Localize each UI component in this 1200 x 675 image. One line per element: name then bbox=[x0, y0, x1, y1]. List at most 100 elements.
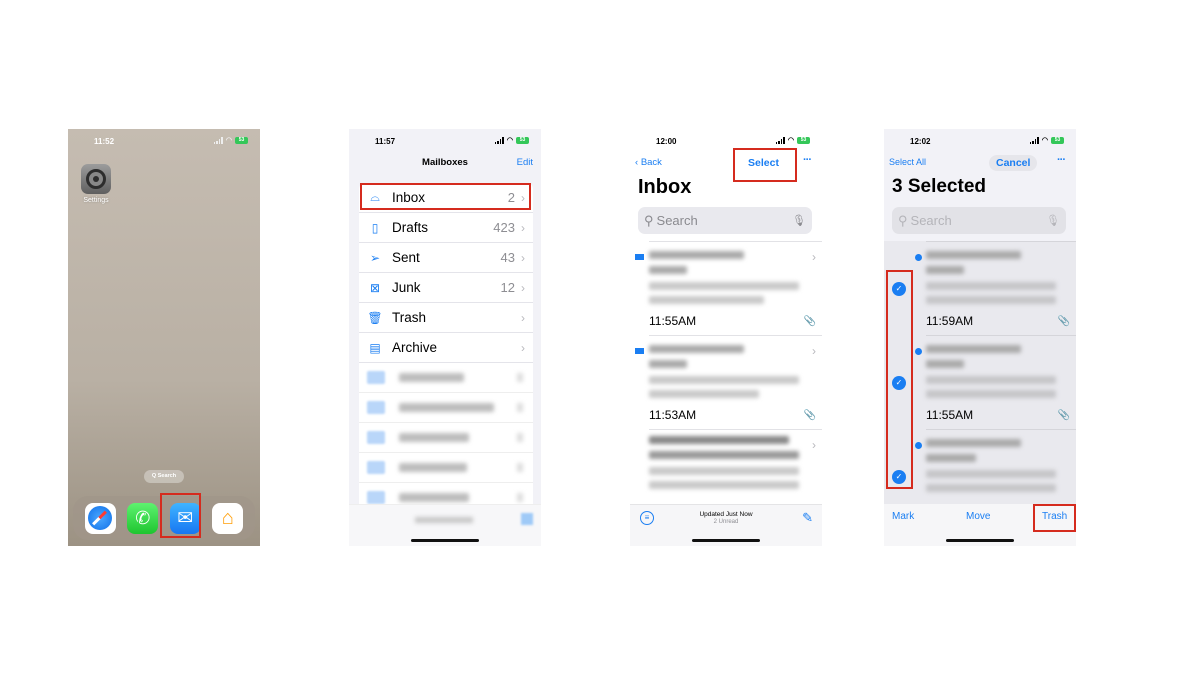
updated-status: Updated Just Now bbox=[699, 511, 753, 518]
spotlight-search-button[interactable]: Q Search bbox=[144, 470, 184, 483]
chevron-right-icon: › bbox=[812, 344, 816, 358]
message-row[interactable]: ✓ bbox=[892, 429, 1076, 504]
more-button[interactable]: ··· bbox=[1057, 154, 1066, 166]
message-row[interactable]: ✓ 11:59AM 📎 bbox=[892, 241, 1076, 335]
move-button[interactable]: Move bbox=[966, 511, 990, 522]
checkmark-circle-icon[interactable]: ✓ bbox=[892, 376, 906, 390]
unread-count: 2 Unread bbox=[713, 519, 739, 525]
chevron-right-icon: › bbox=[521, 280, 525, 295]
phone-app[interactable]: ✆ bbox=[127, 502, 159, 534]
status-bar: 11:52 ◠ 53 bbox=[68, 137, 260, 149]
select-button[interactable]: Select bbox=[748, 157, 779, 169]
status-time: 12:00 bbox=[656, 137, 677, 146]
mail-app[interactable]: ✉ bbox=[169, 502, 201, 534]
status-time: 11:52 bbox=[94, 137, 115, 146]
mailbox-sent[interactable]: ➢ Sent 43 › bbox=[359, 243, 533, 273]
message-row[interactable]: 11:55AM › 📎 bbox=[635, 241, 822, 335]
unread-dot bbox=[915, 254, 922, 261]
signal-icon bbox=[775, 137, 785, 144]
mailbox-list: ⌓ Inbox 2 › ▯ Drafts 423 › ➢ Sent 43 › ⊠… bbox=[359, 183, 533, 513]
battery-icon: 53 bbox=[797, 137, 810, 144]
blurred-mailbox[interactable] bbox=[359, 393, 533, 423]
home-screen-panel: 11:52 ◠ 53 Settings Q Search ✆ ✉ ⌂ bbox=[68, 129, 260, 546]
compose-icon[interactable] bbox=[521, 513, 533, 525]
microphone-icon[interactable]: 🎙 bbox=[1046, 214, 1060, 227]
status-bar: 12:00 ◠ 53 bbox=[630, 137, 822, 149]
house-icon: ⌂ bbox=[221, 506, 234, 529]
phone-handset-icon: ✆ bbox=[135, 507, 151, 528]
mailbox-trash[interactable]: 🗑 Trash › bbox=[359, 303, 533, 333]
status-bar: 12:02 ◠ 53 bbox=[884, 137, 1076, 149]
archive-box-icon: ▤ bbox=[369, 340, 381, 355]
safari-app[interactable] bbox=[84, 502, 116, 534]
status-time: 11:57 bbox=[375, 137, 396, 146]
blurred-mailbox[interactable] bbox=[359, 423, 533, 453]
message-row[interactable]: 11:53AM › 📎 bbox=[635, 335, 822, 429]
chevron-right-icon: › bbox=[812, 250, 816, 264]
chevron-right-icon: › bbox=[812, 438, 816, 452]
paperclip-icon: 📎 bbox=[803, 316, 816, 327]
message-time: 11:59AM bbox=[926, 314, 974, 328]
mailbox-name: Archive bbox=[392, 340, 438, 355]
home-indicator bbox=[946, 539, 1014, 542]
mark-button[interactable]: Mark bbox=[892, 511, 914, 522]
mailbox-drafts[interactable]: ▯ Drafts 423 › bbox=[359, 213, 533, 243]
microphone-icon[interactable]: 🎙 bbox=[792, 214, 806, 227]
message-time: 11:53AM bbox=[649, 408, 697, 422]
mailboxes-panel: 11:57 ◠ 53 Mailboxes Edit ⌓ Inbox 2 › ▯ … bbox=[349, 129, 541, 546]
mailbox-name: Inbox bbox=[392, 190, 426, 205]
envelope-icon: ✉ bbox=[177, 507, 194, 529]
message-list: 11:55AM › 📎 11:53AM › 📎 › bbox=[630, 241, 822, 523]
wifi-icon: ◠ bbox=[225, 137, 232, 144]
compass-icon bbox=[88, 506, 113, 530]
mailbox-count: 423 bbox=[493, 220, 515, 235]
edit-button[interactable]: Edit bbox=[517, 157, 533, 168]
selection-panel: 12:02 ◠ 53 Select All Cancel ··· 3 Selec… bbox=[884, 129, 1076, 546]
chevron-right-icon: › bbox=[521, 250, 525, 265]
unread-indicator bbox=[635, 348, 644, 354]
search-input[interactable]: ⚲ Search 🎙 bbox=[638, 207, 812, 234]
signal-icon bbox=[213, 137, 223, 144]
more-button[interactable]: ··· bbox=[803, 154, 812, 166]
page-title: Inbox bbox=[638, 176, 692, 198]
signal-icon bbox=[494, 137, 504, 144]
battery-icon: 53 bbox=[235, 137, 248, 144]
page-title: 3 Selected bbox=[892, 176, 986, 197]
chevron-right-icon: › bbox=[521, 340, 525, 355]
paperplane-icon: ➢ bbox=[369, 250, 381, 265]
home-app[interactable]: ⌂ bbox=[212, 502, 244, 534]
home-indicator bbox=[411, 539, 479, 542]
compose-icon[interactable]: ✎ bbox=[802, 510, 813, 526]
mailbox-junk[interactable]: ⊠ Junk 12 › bbox=[359, 273, 533, 303]
checkmark-circle-icon[interactable]: ✓ bbox=[892, 470, 906, 484]
trash-icon: 🗑 bbox=[367, 310, 383, 325]
checkmark-circle-icon[interactable]: ✓ bbox=[892, 282, 906, 296]
mailbox-archive[interactable]: ▤ Archive › bbox=[359, 333, 533, 363]
message-time: 11:55AM bbox=[649, 314, 697, 328]
cancel-button[interactable]: Cancel bbox=[989, 155, 1038, 171]
search-icon: ⚲ bbox=[898, 212, 908, 228]
mailbox-name: Trash bbox=[392, 310, 427, 325]
document-icon: ▯ bbox=[371, 220, 379, 235]
wifi-icon: ◠ bbox=[506, 137, 513, 144]
junk-bin-icon: ⊠ bbox=[369, 280, 381, 295]
mailbox-name: Drafts bbox=[392, 220, 429, 235]
search-placeholder: Search bbox=[656, 213, 698, 228]
bottom-toolbar: Mark Move Trash bbox=[884, 504, 1076, 546]
back-button[interactable]: ‹ Back bbox=[635, 157, 662, 168]
trash-button[interactable]: Trash bbox=[1042, 511, 1067, 522]
blurred-mailbox[interactable] bbox=[359, 363, 533, 393]
home-indicator bbox=[692, 539, 760, 542]
search-placeholder: Search bbox=[910, 213, 952, 228]
blurred-status-text bbox=[415, 517, 473, 523]
search-input[interactable]: ⚲ Search 🎙 bbox=[892, 207, 1066, 234]
settings-app[interactable]: Settings bbox=[80, 164, 112, 204]
status-time: 12:02 bbox=[910, 137, 931, 146]
mailbox-inbox[interactable]: ⌓ Inbox 2 › bbox=[359, 183, 533, 213]
blurred-mailbox[interactable] bbox=[359, 453, 533, 483]
message-row[interactable]: ✓ 11:55AM 📎 bbox=[892, 335, 1076, 429]
mailbox-count: 2 bbox=[507, 190, 515, 205]
wifi-icon: ◠ bbox=[787, 137, 794, 144]
paperclip-icon: 📎 bbox=[1057, 410, 1070, 421]
select-all-button[interactable]: Select All bbox=[889, 157, 926, 167]
